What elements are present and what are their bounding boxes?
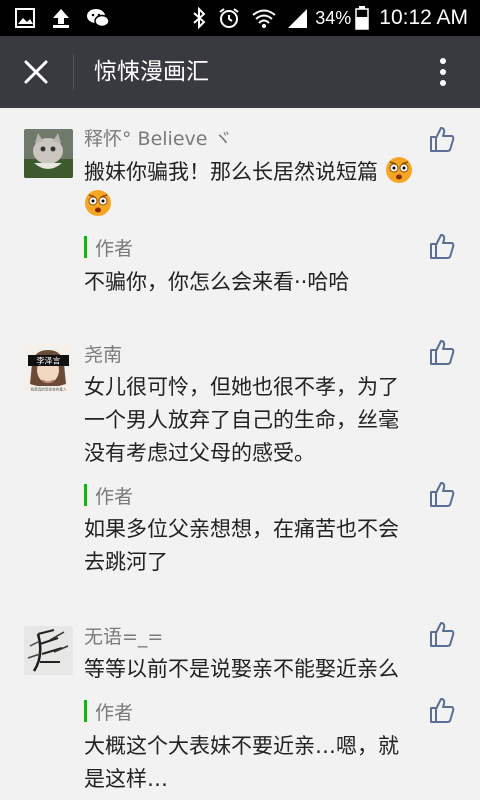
clock: 10:12 AM bbox=[379, 6, 468, 29]
thumbs-up-icon bbox=[430, 698, 455, 723]
thumbs-up-icon bbox=[430, 127, 455, 152]
battery-icon bbox=[355, 6, 370, 30]
author-reply-text: 大概这个大表妹不要近亲…嗯，就 是这样… bbox=[84, 730, 452, 796]
avatar-label: 李泽言 bbox=[37, 356, 61, 366]
status-bar: 34% 10:12 AM bbox=[0, 0, 480, 36]
like-button[interactable] bbox=[428, 125, 456, 153]
close-button[interactable] bbox=[18, 54, 54, 90]
signal-icon bbox=[287, 7, 309, 29]
author-reply-tag: 作者 bbox=[84, 484, 134, 508]
thumbs-up-icon bbox=[430, 622, 455, 647]
bluetooth-icon bbox=[191, 7, 207, 29]
commenter-name: 无语=_= bbox=[84, 626, 164, 648]
author-reply-tag: 作者 bbox=[84, 700, 134, 724]
author-accent-bar bbox=[84, 484, 87, 506]
like-button[interactable] bbox=[428, 232, 456, 260]
thumbs-up-icon bbox=[430, 340, 455, 365]
more-button[interactable] bbox=[428, 54, 458, 90]
page-title: 惊悚漫画汇 bbox=[94, 59, 209, 85]
reply-text-line: 去跳河了 bbox=[84, 550, 168, 574]
reply-text-line: 如果多位父亲想想，在痛苦也不会 bbox=[84, 517, 399, 541]
avatar[interactable] bbox=[24, 626, 73, 675]
comment-text: 搬妹你骗我！那么长居然说短篇 bbox=[84, 156, 452, 222]
wifi-icon bbox=[251, 7, 277, 29]
shocked-face-icon bbox=[85, 190, 111, 216]
comment-text-line: 一个男人放弃了自己的生命，丝毫 bbox=[84, 408, 399, 432]
avatar[interactable]: 李泽言 我是真的李泽言的爱人 bbox=[24, 344, 73, 393]
upload-icon bbox=[50, 7, 72, 29]
like-button[interactable] bbox=[428, 338, 456, 366]
commenter-name: 尧南 bbox=[84, 344, 123, 366]
author-label: 作者 bbox=[95, 237, 134, 260]
author-accent-bar bbox=[84, 700, 87, 722]
comment-text-line: 女儿很可怜，但她也很不孝，为了 bbox=[84, 375, 399, 399]
reply-text-line: 大概这个大表妹不要近亲…嗯，就 bbox=[84, 734, 399, 758]
author-label: 作者 bbox=[95, 485, 134, 508]
comment-text-line: 没有考虑过父母的感受。 bbox=[84, 441, 315, 465]
author-reply-text: 如果多位父亲想想，在痛苦也不会 去跳河了 bbox=[84, 513, 452, 579]
wechat-icon bbox=[86, 7, 110, 29]
title-divider bbox=[73, 54, 74, 90]
author-reply-tag: 作者 bbox=[84, 236, 134, 260]
commenter-name: 释怀° Believe ヾ bbox=[84, 128, 233, 150]
close-icon bbox=[24, 60, 48, 84]
comment-text-content: 搬妹你骗我！那么长居然说短篇 bbox=[84, 160, 378, 184]
more-icon bbox=[440, 58, 446, 86]
like-button[interactable] bbox=[428, 696, 456, 724]
thumbs-up-icon bbox=[430, 482, 455, 507]
avatar-caption: 我是真的李泽言的爱人 bbox=[31, 387, 67, 392]
author-label: 作者 bbox=[95, 701, 134, 724]
like-button[interactable] bbox=[428, 480, 456, 508]
comment-text: 女儿很可怜，但她也很不孝，为了 一个男人放弃了自己的生命，丝毫 没有考虑过父母的… bbox=[84, 371, 452, 470]
alarm-icon bbox=[217, 7, 241, 29]
author-accent-bar bbox=[84, 236, 87, 258]
shocked-face-icon bbox=[385, 157, 412, 183]
title-bar: 惊悚漫画汇 bbox=[0, 36, 480, 108]
comment-text: 等等以前不是说娶亲不能娶近亲么 bbox=[84, 657, 399, 681]
like-button[interactable] bbox=[428, 620, 456, 648]
avatar[interactable] bbox=[24, 129, 73, 178]
battery-percent: 34% bbox=[315, 7, 352, 28]
reply-text-line: 是这样… bbox=[84, 767, 168, 791]
gallery-icon bbox=[14, 7, 36, 29]
thumbs-up-icon bbox=[430, 234, 455, 259]
author-reply-text: 不骗你，你怎么会来看··哈哈 bbox=[84, 270, 350, 294]
comment-list[interactable]: 释怀° Believe ヾ 搬妹你骗我！那么长居然说短篇 作者 不骗你，你怎么会… bbox=[0, 108, 480, 800]
